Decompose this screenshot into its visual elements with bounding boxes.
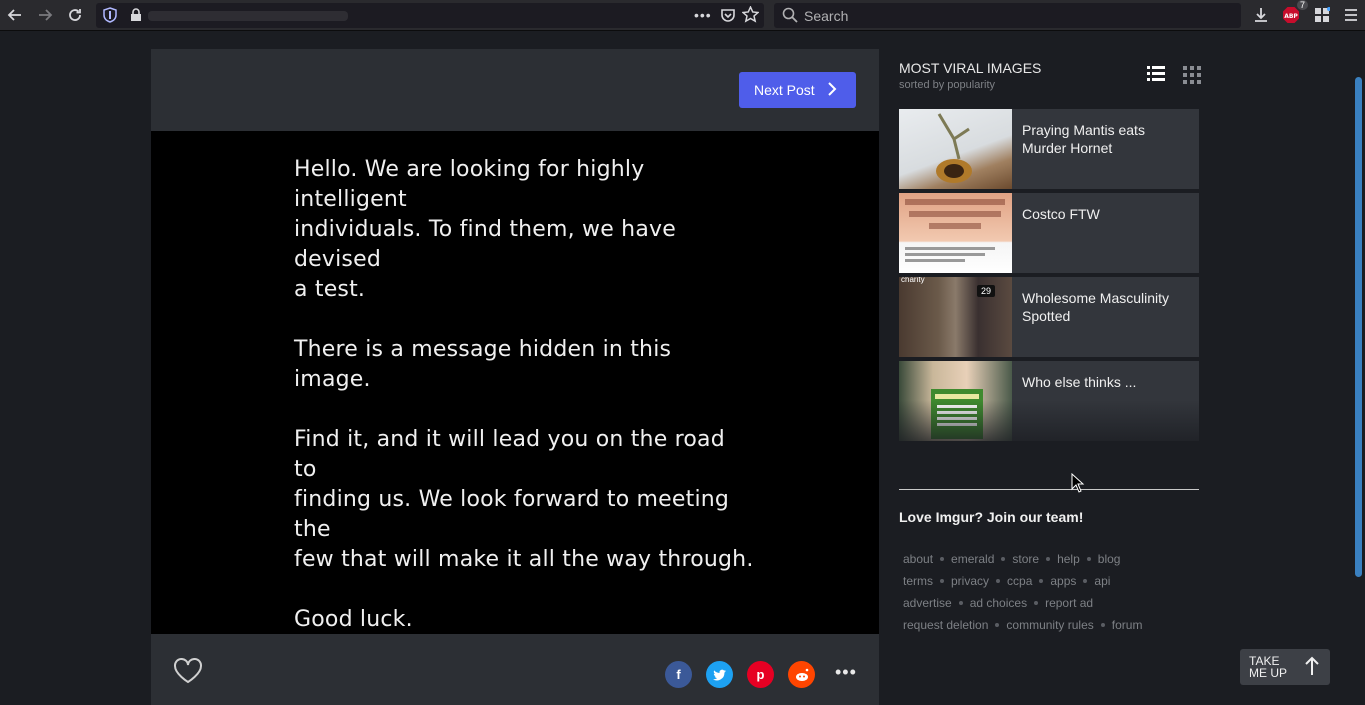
viral-list: Praying Mantis eats Murder Hornet Costco… bbox=[899, 109, 1199, 445]
footer-link[interactable]: report ad bbox=[1045, 596, 1093, 610]
download-icon[interactable] bbox=[1250, 4, 1272, 26]
footer-link[interactable]: emerald bbox=[951, 552, 994, 566]
facebook-glyph: f bbox=[676, 667, 681, 682]
pinterest-share-icon[interactable]: p bbox=[747, 661, 774, 688]
footer-link[interactable]: ad choices bbox=[970, 596, 1027, 610]
footer-link[interactable]: blog bbox=[1098, 552, 1121, 566]
pinterest-glyph: p bbox=[756, 667, 765, 682]
grid-view-icon[interactable] bbox=[1183, 66, 1201, 84]
paragraph: There is a message hidden in this image. bbox=[294, 337, 672, 392]
footer-link[interactable]: ccpa bbox=[1007, 574, 1032, 588]
post-image-text: Hello. We are looking for highly intelli… bbox=[294, 155, 754, 705]
mouse-cursor-icon bbox=[1071, 472, 1085, 498]
thumbnail-mantis bbox=[899, 109, 1012, 189]
viral-item-title: Wholesome Masculinity Spotted bbox=[1022, 290, 1170, 324]
url-bar[interactable]: ••• bbox=[96, 3, 764, 28]
footer-link[interactable]: advertise bbox=[903, 596, 952, 610]
addon-badge: 7 bbox=[1297, 0, 1309, 10]
take-me-up-button[interactable]: TAKE ME UP bbox=[1240, 649, 1330, 685]
join-team-link[interactable]: Love Imgur? Join our team! bbox=[899, 509, 1083, 525]
reload-icon[interactable] bbox=[64, 4, 86, 26]
post-image: Hello. We are looking for highly intelli… bbox=[151, 131, 879, 692]
twitter-share-icon[interactable] bbox=[706, 661, 733, 688]
forward-icon[interactable] bbox=[34, 4, 56, 26]
list-view-icon[interactable] bbox=[1147, 66, 1165, 82]
viral-item-title: Praying Mantis eats Murder Hornet bbox=[1022, 122, 1145, 156]
footer-link[interactable]: help bbox=[1057, 552, 1080, 566]
viral-item-title: Costco FTW bbox=[1022, 206, 1100, 222]
back-icon[interactable] bbox=[4, 4, 26, 26]
pocket-icon[interactable] bbox=[720, 7, 736, 28]
divider bbox=[899, 489, 1199, 490]
paragraph: Find it, and it will lead you on the roa… bbox=[294, 427, 754, 572]
viral-title: MOST VIRAL IMAGES bbox=[899, 60, 1042, 76]
next-post-label: Next Post bbox=[754, 82, 815, 98]
search-icon bbox=[782, 7, 798, 28]
paragraph: Hello. We are looking for highly intelli… bbox=[294, 157, 676, 302]
thumbnail-tag: charity bbox=[901, 277, 925, 284]
heart-icon[interactable] bbox=[173, 658, 203, 684]
next-post-button[interactable]: Next Post bbox=[739, 72, 856, 108]
image-count-badge: 29 bbox=[977, 285, 996, 297]
browser-toolbar: ••• Search ABP 7 bbox=[0, 0, 1365, 31]
footer-link-row: terms privacy ccpa apps api bbox=[903, 570, 1203, 592]
viral-item[interactable]: Costco FTW bbox=[899, 193, 1199, 273]
paragraph: Good luck. bbox=[294, 607, 413, 632]
lock-icon[interactable] bbox=[129, 8, 143, 27]
scrollbar-thumb[interactable] bbox=[1355, 77, 1362, 577]
footer-link[interactable]: forum bbox=[1112, 618, 1143, 632]
viral-subtitle: sorted by popularity bbox=[899, 79, 995, 91]
thumbnail-masculinity: charity 29 bbox=[899, 277, 1012, 357]
post-header: Next Post bbox=[151, 49, 879, 131]
search-bar[interactable]: Search bbox=[774, 3, 1241, 28]
footer-link[interactable]: store bbox=[1012, 552, 1039, 566]
footer-link[interactable]: community rules bbox=[1006, 618, 1093, 632]
star-icon[interactable] bbox=[741, 5, 760, 28]
thumbnail-costco bbox=[899, 193, 1012, 273]
extensions-icon[interactable] bbox=[1311, 4, 1333, 26]
viral-item[interactable]: charity 29 Wholesome Masculinity Spotted bbox=[899, 277, 1199, 357]
reddit-share-icon[interactable] bbox=[788, 661, 815, 688]
shield-icon[interactable] bbox=[102, 7, 118, 28]
footer-link[interactable]: about bbox=[903, 552, 933, 566]
url-text bbox=[148, 11, 348, 21]
search-placeholder: Search bbox=[804, 8, 849, 24]
svg-text:ABP: ABP bbox=[1284, 13, 1298, 20]
menu-icon[interactable] bbox=[1340, 4, 1362, 26]
scrollbar[interactable] bbox=[1352, 32, 1365, 705]
viral-item[interactable]: Praying Mantis eats Murder Hornet bbox=[899, 109, 1199, 189]
list-fade bbox=[899, 400, 1199, 460]
footer-links: about emerald store help blog terms privacy cc… bbox=[903, 548, 1203, 636]
chevron-right-icon bbox=[827, 81, 837, 99]
footer-link-row: advertise ad choices report ad bbox=[903, 592, 1203, 614]
post-footer: f p ••• bbox=[151, 634, 879, 705]
footer-link-row: request deletion community rules forum bbox=[903, 614, 1203, 636]
footer-link[interactable]: request deletion bbox=[903, 618, 988, 632]
facebook-share-icon[interactable]: f bbox=[665, 661, 692, 688]
more-icon[interactable]: ••• bbox=[694, 7, 712, 23]
footer-link[interactable]: terms bbox=[903, 574, 933, 588]
more-options-icon[interactable]: ••• bbox=[835, 662, 857, 683]
arrow-up-icon bbox=[1304, 656, 1320, 678]
footer-link[interactable]: privacy bbox=[951, 574, 989, 588]
footer-link-row: about emerald store help blog bbox=[903, 548, 1203, 570]
footer-link[interactable]: api bbox=[1094, 574, 1110, 588]
footer-link[interactable]: apps bbox=[1050, 574, 1076, 588]
